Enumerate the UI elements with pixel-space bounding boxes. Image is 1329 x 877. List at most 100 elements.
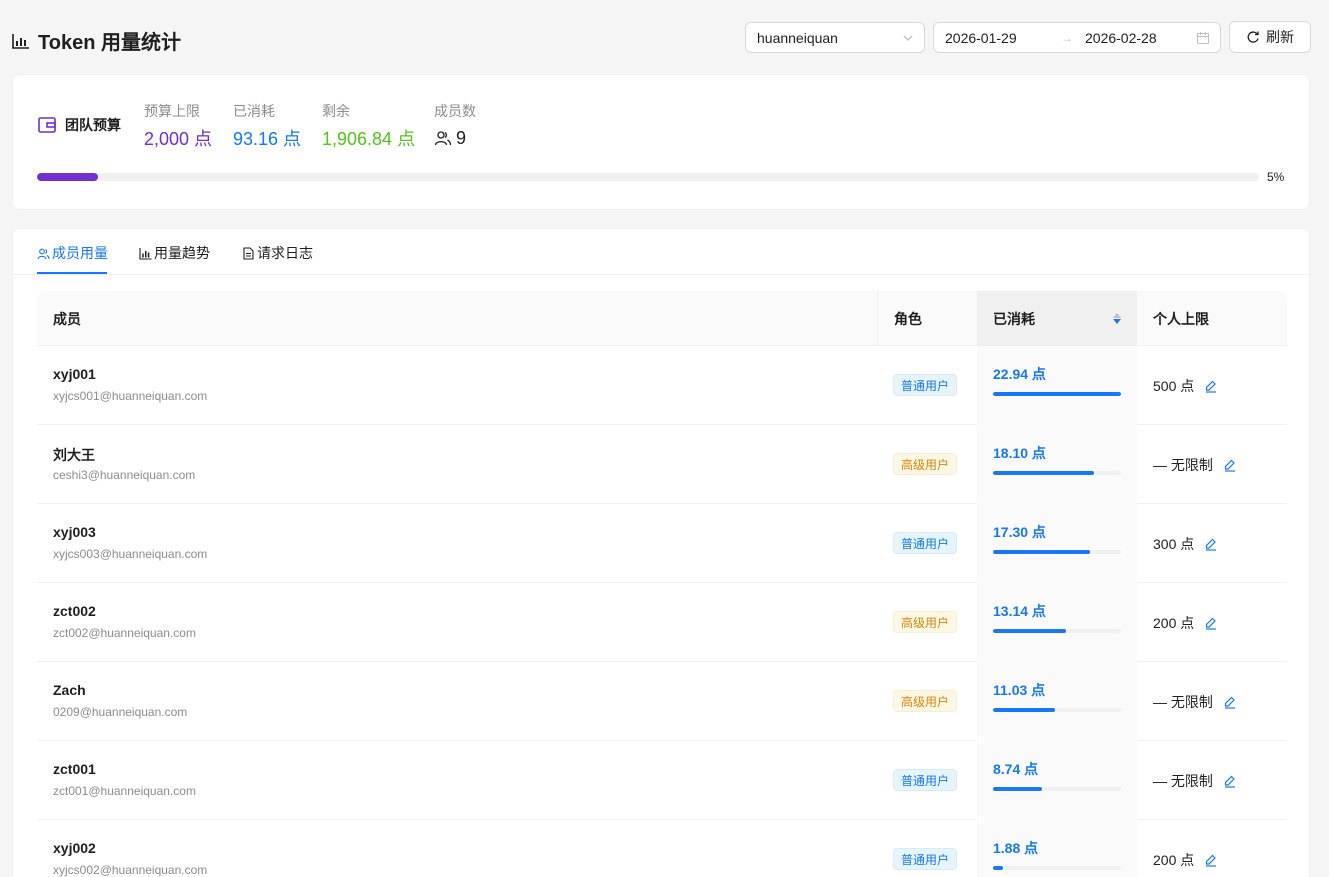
used-progress-fill	[993, 866, 1004, 870]
edit-icon[interactable]	[1223, 695, 1237, 709]
edit-icon[interactable]	[1204, 853, 1218, 867]
edit-icon[interactable]	[1204, 537, 1218, 551]
team-select-value: huanneiquan	[757, 29, 838, 46]
table-row: xyj002 xyjcs002@huanneiquan.com 普通用户 1.8…	[37, 820, 1287, 877]
budget-progress-percent: 5%	[1267, 170, 1285, 184]
limit-cell: 500 点	[1153, 376, 1218, 396]
tab-member-usage[interactable]: 成员用量	[37, 243, 108, 263]
member-cell: zct002 zct002@huanneiquan.com	[53, 603, 196, 640]
column-header-member-label: 成员	[53, 310, 81, 327]
table-row: xyj003 xyjcs003@huanneiquan.com 普通用户 17.…	[37, 504, 1287, 583]
date-range-picker[interactable]: 2026-01-29 → 2026-02-28	[933, 22, 1221, 53]
table-row: zct001 zct001@huanneiquan.com 普通用户 8.74 …	[37, 741, 1287, 820]
used-progress-bar	[993, 708, 1121, 712]
user-group-icon	[37, 248, 50, 259]
tab-member-usage-label: 成员用量	[52, 245, 108, 261]
member-name: xyj002	[53, 840, 96, 856]
column-header-member: 成员	[37, 291, 877, 346]
used-progress-bar	[993, 866, 1121, 870]
used-cell: 1.88 点	[993, 838, 1121, 870]
page-header: Token 用量统计 huanneiquan 2026-01-29 → 2026…	[0, 0, 1329, 74]
edit-icon[interactable]	[1223, 458, 1237, 472]
page-title-text: Token 用量统计	[38, 32, 181, 54]
budget-card: 团队预算 预算上限 2,000 点 已消耗 93.16 点 剩余 1,906.8…	[12, 74, 1310, 210]
used-progress-fill	[993, 550, 1090, 554]
role-badge: 高级用户	[893, 690, 958, 712]
used-progress-bar	[993, 471, 1121, 475]
date-end[interactable]: 2026-02-28	[1085, 30, 1196, 46]
used-value: 11.03 点	[993, 682, 1046, 698]
member-email: xyjcs002@huanneiquan.com	[53, 863, 208, 877]
budget-remain-value: 1,906.84 点	[322, 129, 416, 149]
table-row: xyj001 xyjcs001@huanneiquan.com 普通用户 22.…	[37, 346, 1287, 425]
budget-remain-stat: 剩余 1,906.84 点	[322, 101, 415, 149]
sort-icon[interactable]	[1113, 313, 1121, 324]
column-header-used-label: 已消耗	[993, 310, 1035, 327]
calendar-icon	[1196, 31, 1210, 44]
column-header-role: 角色	[877, 291, 977, 346]
limit-cell: — 无限制	[1153, 771, 1237, 791]
edit-icon[interactable]	[1223, 774, 1237, 788]
tab-usage-trend[interactable]: 用量趋势	[139, 243, 210, 263]
limit-value: — 无限制	[1153, 694, 1213, 710]
member-count-label: 成员数	[434, 103, 476, 119]
tab-request-log[interactable]: 请求日志	[242, 243, 313, 263]
edit-icon[interactable]	[1204, 379, 1218, 393]
budget-used-stat: 已消耗 93.16 点	[233, 101, 301, 149]
table-row: 刘大王 ceshi3@huanneiquan.com 高级用户 18.10 点 …	[37, 425, 1287, 504]
used-progress-fill	[993, 787, 1042, 791]
edit-icon[interactable]	[1204, 616, 1218, 630]
budget-limit-value: 2,000 点	[144, 129, 213, 149]
active-tab-indicator	[37, 272, 107, 274]
limit-value: 200 点	[1153, 615, 1195, 631]
refresh-button[interactable]: 刷新	[1229, 21, 1311, 53]
used-cell: 8.74 点	[993, 759, 1121, 791]
member-cell: xyj002 xyjcs002@huanneiquan.com	[53, 840, 207, 877]
used-cell: 22.94 点	[993, 364, 1121, 396]
member-name: xyj003	[53, 524, 96, 540]
used-progress-fill	[993, 471, 1094, 475]
arrow-right-icon: →	[1061, 30, 1073, 45]
used-cell: 17.30 点	[993, 522, 1121, 554]
page-title: Token 用量统计	[12, 26, 181, 55]
limit-cell: 300 点	[1153, 534, 1218, 554]
budget-used-label: 已消耗	[233, 103, 275, 119]
used-value: 18.10 点	[993, 445, 1046, 461]
sort-ascending-icon	[1113, 313, 1121, 318]
team-select[interactable]: huanneiquan	[745, 22, 925, 53]
file-text-icon	[243, 246, 254, 260]
budget-used-value: 93.16 点	[233, 129, 302, 149]
limit-cell: — 无限制	[1153, 455, 1237, 475]
member-count-stat: 成员数 9	[434, 101, 476, 149]
limit-value: 300 点	[1153, 536, 1195, 552]
member-email: zct002@huanneiquan.com	[53, 626, 196, 640]
budget-limit-label: 预算上限	[144, 103, 200, 119]
used-progress-bar	[993, 392, 1121, 396]
limit-cell: — 无限制	[1153, 692, 1237, 712]
table-row: zct002 zct002@huanneiquan.com 高级用户 13.14…	[37, 583, 1287, 662]
reload-icon	[1247, 31, 1259, 43]
budget-progress-bar	[37, 173, 1259, 181]
used-cell: 13.14 点	[993, 601, 1121, 633]
limit-cell: 200 点	[1153, 613, 1218, 633]
refresh-label: 刷新	[1266, 29, 1294, 45]
date-start[interactable]: 2026-01-29	[945, 30, 1057, 46]
member-email: zct001@huanneiquan.com	[53, 784, 196, 798]
member-name: Zach	[53, 682, 86, 698]
role-badge: 普通用户	[893, 532, 958, 554]
team-icon	[434, 131, 452, 146]
used-progress-fill	[993, 708, 1055, 712]
member-email: xyjcs003@huanneiquan.com	[53, 547, 208, 561]
member-email: xyjcs001@huanneiquan.com	[53, 389, 208, 403]
used-value: 8.74 点	[993, 761, 1039, 777]
table-row: Zach 0209@huanneiquan.com 高级用户 11.03 点 —…	[37, 662, 1287, 741]
column-header-limit-label: 个人上限	[1153, 310, 1209, 327]
limit-cell: 200 点	[1153, 850, 1218, 870]
table-header: 成员 角色 已消耗 个人上限	[37, 291, 1287, 346]
wallet-icon	[38, 117, 56, 133]
member-name: zct001	[53, 761, 96, 777]
member-cell: xyj003 xyjcs003@huanneiquan.com	[53, 524, 207, 561]
column-header-used[interactable]: 已消耗	[977, 291, 1137, 346]
member-email: 0209@huanneiquan.com	[53, 705, 188, 719]
used-progress-fill	[993, 629, 1067, 633]
